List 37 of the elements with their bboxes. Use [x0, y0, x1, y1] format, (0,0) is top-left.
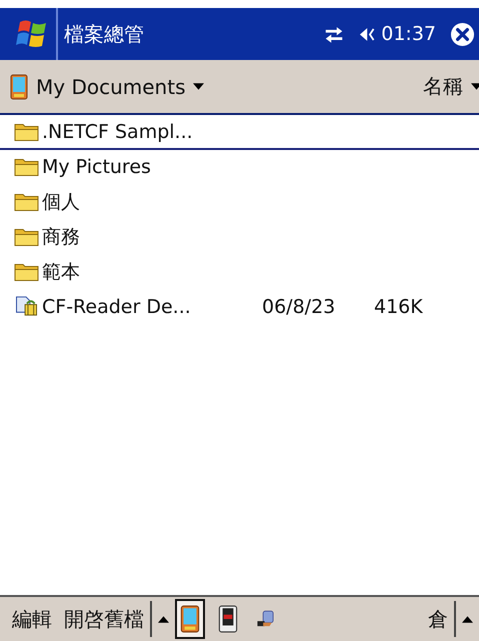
file-name: My Pictures	[42, 156, 152, 178]
file-list-item[interactable]: 範本	[0, 255, 479, 290]
file-name: 商務	[42, 224, 81, 250]
setup-package-icon	[14, 296, 40, 317]
file-date: 06/8/23	[262, 296, 336, 318]
folder-icon	[14, 121, 40, 142]
menu-button[interactable]: 開啓舊檔	[52, 606, 144, 632]
pda-device-icon	[10, 74, 28, 100]
folder-icon	[14, 226, 40, 247]
up-arrow-icon[interactable]	[462, 616, 473, 622]
file-list-item[interactable]: .NETCF Sampl...	[0, 115, 479, 150]
folder-dropdown[interactable]: My Documents	[10, 74, 204, 100]
window-title: 檔案總管	[64, 20, 145, 48]
sync-arrows-icon[interactable]	[323, 24, 346, 44]
storage-card-icon	[218, 605, 238, 633]
file-name: .NETCF Sampl...	[42, 120, 194, 142]
sort-dropdown[interactable]: 名稱	[423, 73, 479, 100]
file-name: 個人	[42, 190, 81, 214]
file-size: 416K	[374, 296, 423, 318]
input-method-button[interactable]: 倉	[428, 606, 448, 632]
file-list-item[interactable]: CF-Reader De... 06/8/23 416K	[0, 290, 479, 325]
file-name: 範本	[42, 260, 81, 284]
toolbar-tab[interactable]	[175, 599, 205, 639]
folder-icon	[14, 191, 40, 212]
folder-icon	[14, 261, 40, 282]
up-arrow-icon[interactable]	[158, 616, 169, 622]
folder-icon	[14, 156, 40, 177]
caret-icon	[193, 83, 204, 90]
file-list-item[interactable]: 商務	[0, 220, 479, 255]
close-icon[interactable]	[450, 22, 475, 46]
pda-device-icon	[180, 605, 200, 633]
file-list-item[interactable]: 個人	[0, 185, 479, 220]
file-name: CF-Reader De...	[42, 296, 192, 318]
file-list-item[interactable]: My Pictures	[0, 150, 479, 185]
menu-button[interactable]: 編輯	[0, 606, 52, 632]
clock-time[interactable]: 01:37	[381, 23, 436, 45]
caret-icon	[471, 83, 479, 90]
